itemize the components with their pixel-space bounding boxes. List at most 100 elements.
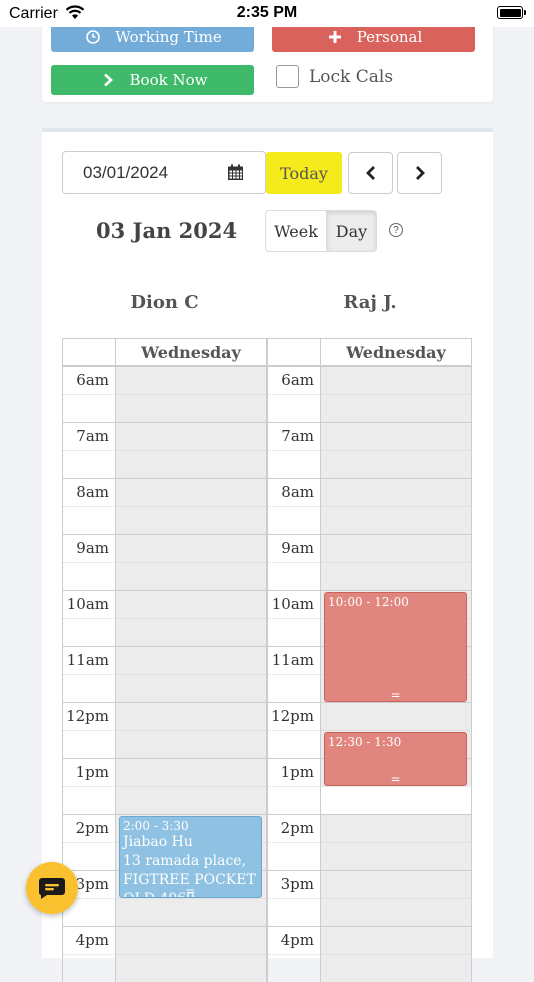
slot-cell[interactable]: [321, 366, 472, 394]
time-slot[interactable]: 9am: [267, 534, 472, 562]
time-label: [62, 618, 116, 646]
time-label: [267, 450, 321, 478]
slot-cell[interactable]: [321, 702, 472, 730]
time-slot[interactable]: 7am: [267, 422, 472, 450]
clock: 2:35 PM: [236, 4, 298, 21]
time-slot[interactable]: 8am: [267, 478, 472, 506]
appointment-event[interactable]: 10:00 - 12:00 =: [324, 592, 467, 702]
slot-cell[interactable]: [321, 506, 472, 534]
time-slot[interactable]: 11am: [62, 646, 267, 674]
week-view-button[interactable]: Week: [265, 210, 327, 252]
status-bar: Carrier 2:35 PM: [0, 0, 534, 27]
slot-cell[interactable]: [321, 478, 472, 506]
slot-cell[interactable]: [116, 534, 267, 562]
time-slot[interactable]: 3pm: [267, 870, 472, 898]
lock-cals-toggle[interactable]: Lock Cals: [276, 65, 393, 88]
slot-cell[interactable]: [321, 898, 472, 926]
time-label: 7am: [62, 422, 116, 450]
slot-cell[interactable]: [116, 646, 267, 674]
time-slot[interactable]: [62, 394, 267, 422]
time-slot[interactable]: 6am: [267, 366, 472, 394]
slot-cell[interactable]: [321, 870, 472, 898]
slot-cell[interactable]: [321, 534, 472, 562]
slot-cell[interactable]: [321, 394, 472, 422]
slot-cell[interactable]: [116, 954, 267, 982]
slot-cell[interactable]: [321, 842, 472, 870]
question-circle-icon[interactable]: ?: [389, 223, 403, 237]
time-slot[interactable]: [62, 786, 267, 814]
book-now-button[interactable]: Book Now: [51, 65, 254, 95]
slot-cell[interactable]: [116, 786, 267, 814]
slot-cell[interactable]: [321, 562, 472, 590]
slot-cell[interactable]: [116, 618, 267, 646]
time-slot[interactable]: [62, 562, 267, 590]
time-slot[interactable]: 2pm: [267, 814, 472, 842]
time-label: [267, 842, 321, 870]
time-label: [62, 730, 116, 758]
time-slot[interactable]: [62, 730, 267, 758]
slot-cell[interactable]: [116, 478, 267, 506]
time-slot[interactable]: [62, 674, 267, 702]
time-slot[interactable]: [267, 562, 472, 590]
slot-cell[interactable]: [116, 674, 267, 702]
slot-cell[interactable]: [116, 702, 267, 730]
time-slot[interactable]: [62, 450, 267, 478]
time-slot[interactable]: [62, 506, 267, 534]
time-slot[interactable]: 6am: [62, 366, 267, 394]
chevron-left-icon: [365, 166, 375, 180]
appointment-event[interactable]: 12:30 - 1:30 =: [324, 732, 467, 786]
chat-button[interactable]: [26, 862, 78, 914]
slot-cell[interactable]: [116, 366, 267, 394]
time-slot[interactable]: [267, 786, 472, 814]
resize-handle[interactable]: =: [325, 773, 466, 785]
calendar-icon: [228, 164, 243, 180]
next-day-button[interactable]: [397, 152, 442, 194]
slot-cell[interactable]: [116, 450, 267, 478]
slot-cell[interactable]: [116, 506, 267, 534]
slot-cell[interactable]: [321, 954, 472, 982]
time-label: 12pm: [62, 702, 116, 730]
staff-calendar-grid: Wednesday 6am 7am 8am 9am 10am 11am 12pm 1pm 2pm…: [62, 338, 267, 982]
calendar-picker-button[interactable]: [206, 151, 266, 194]
slot-cell[interactable]: [321, 422, 472, 450]
slot-cell[interactable]: [116, 898, 267, 926]
slot-cell[interactable]: [116, 590, 267, 618]
chevron-right-icon: [415, 166, 425, 180]
slot-cell[interactable]: [321, 814, 472, 842]
time-label: 12pm: [267, 702, 321, 730]
slot-cell[interactable]: [116, 758, 267, 786]
slot-cell[interactable]: [116, 562, 267, 590]
time-slot[interactable]: 10am: [62, 590, 267, 618]
resize-handle[interactable]: =: [120, 885, 261, 897]
lock-cals-checkbox[interactable]: [276, 65, 299, 88]
time-slot[interactable]: [267, 394, 472, 422]
time-slot[interactable]: 8am: [62, 478, 267, 506]
time-slot[interactable]: 1pm: [62, 758, 267, 786]
day-view-button[interactable]: Day: [327, 210, 377, 252]
time-slot[interactable]: 12pm: [62, 702, 267, 730]
previous-day-button[interactable]: [348, 152, 393, 194]
slot-cell[interactable]: [116, 730, 267, 758]
today-button[interactable]: Today: [266, 152, 342, 194]
day-column-header: Wednesday: [321, 338, 472, 366]
time-slot[interactable]: [267, 954, 472, 982]
date-input[interactable]: 03/01/2024: [62, 151, 207, 194]
time-slot[interactable]: 7am: [62, 422, 267, 450]
time-slot[interactable]: [62, 954, 267, 982]
time-column-header: [267, 338, 321, 366]
slot-cell[interactable]: [321, 786, 472, 814]
time-slot[interactable]: [267, 842, 472, 870]
time-slot[interactable]: [267, 506, 472, 534]
time-slot[interactable]: [62, 618, 267, 646]
staff-name: Dion C: [130, 292, 199, 313]
time-slot[interactable]: [267, 450, 472, 478]
resize-handle[interactable]: =: [325, 689, 466, 701]
time-slot[interactable]: [267, 898, 472, 926]
slot-cell[interactable]: [116, 394, 267, 422]
time-slot[interactable]: 9am: [62, 534, 267, 562]
time-slot[interactable]: 12pm: [267, 702, 472, 730]
slot-cell[interactable]: [321, 450, 472, 478]
time-slot[interactable]: [62, 898, 267, 926]
slot-cell[interactable]: [116, 422, 267, 450]
appointment-event[interactable]: 2:00 - 3:30 Jiabao Hu 13 ramada place, FIGT…: [119, 816, 262, 898]
